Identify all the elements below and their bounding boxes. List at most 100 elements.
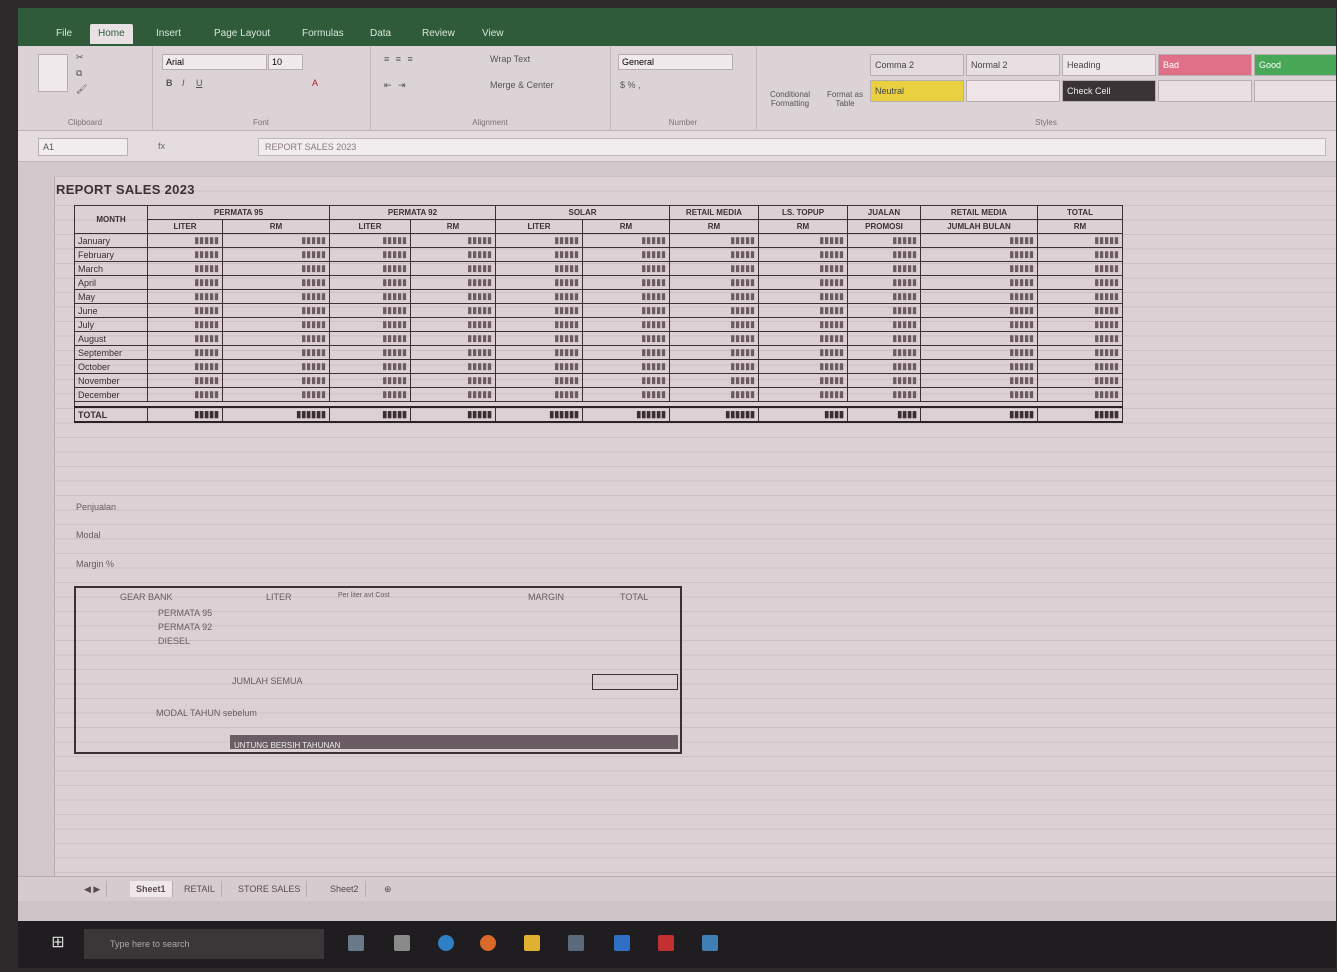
value-cell[interactable]: ▮▮▮▮▮ <box>669 317 759 332</box>
app-red-icon[interactable] <box>658 935 674 951</box>
font-color-icon[interactable]: A <box>312 78 318 88</box>
bold-button[interactable]: B <box>166 78 173 88</box>
value-cell[interactable]: ▮▮▮▮▮ <box>410 261 496 276</box>
month-cell[interactable]: March <box>74 261 148 276</box>
value-cell[interactable]: ▮▮▮▮▮ <box>847 247 921 262</box>
sheet-tab-1[interactable]: Sheet1 <box>130 881 173 897</box>
sheet-tab-3[interactable]: STORE SALES <box>232 881 308 897</box>
task-view-icon[interactable] <box>348 935 364 951</box>
value-cell[interactable]: ▮▮▮▮▮ <box>222 373 330 388</box>
style-neutral[interactable]: Neutral <box>870 80 964 102</box>
value-cell[interactable]: ▮▮▮▮▮ <box>847 387 921 402</box>
value-cell[interactable]: ▮▮▮▮▮ <box>1037 275 1123 290</box>
table-row[interactable]: September ▮▮▮▮▮ ▮▮▮▮▮ ▮▮▮▮▮ ▮▮▮▮▮ ▮▮▮▮▮ ▮▮▮▮▮ ▮… <box>74 345 1123 360</box>
table-row[interactable]: January ▮▮▮▮▮ ▮▮▮▮▮ ▮▮▮▮▮ ▮▮▮▮▮ ▮▮▮▮▮ ▮▮▮▮▮ ▮▮▮… <box>74 233 1123 248</box>
profit-summary-box[interactable]: GEAR BANK LITER Per liter avt Cost MARGI… <box>74 586 682 754</box>
add-sheet-icon[interactable]: ⊕ <box>378 881 398 897</box>
style-check-cell[interactable]: Check Cell <box>1062 80 1156 102</box>
settings-icon[interactable] <box>394 935 410 951</box>
value-cell[interactable]: ▮▮▮▮▮ <box>410 345 496 360</box>
value-cell[interactable]: ▮▮▮▮▮ <box>147 303 223 318</box>
value-cell[interactable]: ▮▮▮▮▮ <box>847 331 921 346</box>
windows-start-icon[interactable]: ⊞ <box>48 933 68 953</box>
value-cell[interactable]: ▮▮▮▮▮ <box>495 359 583 374</box>
value-cell[interactable]: ▮▮▮▮▮ <box>758 303 848 318</box>
value-cell[interactable]: ▮▮▮▮▮ <box>329 387 411 402</box>
value-cell[interactable]: ▮▮▮▮▮ <box>758 317 848 332</box>
table-row[interactable]: December ▮▮▮▮▮ ▮▮▮▮▮ ▮▮▮▮▮ ▮▮▮▮▮ ▮▮▮▮▮ ▮▮▮▮▮ ▮▮… <box>74 387 1123 402</box>
value-cell[interactable]: ▮▮▮▮▮ <box>410 331 496 346</box>
value-cell[interactable]: ▮▮▮▮▮ <box>147 359 223 374</box>
value-cell[interactable]: ▮▮▮▮▮ <box>1037 289 1123 304</box>
value-cell[interactable]: ▮▮▮▮▮ <box>1037 387 1123 402</box>
value-cell[interactable]: ▮▮▮▮▮ <box>582 233 670 248</box>
value-cell[interactable]: ▮▮▮▮▮ <box>495 247 583 262</box>
value-cell[interactable]: ▮▮▮▮▮ <box>920 345 1038 360</box>
value-cell[interactable]: ▮▮▮▮▮ <box>222 331 330 346</box>
tab-page-layout[interactable]: Page Layout <box>206 24 278 44</box>
value-cell[interactable]: ▮▮▮▮▮ <box>329 317 411 332</box>
value-cell[interactable]: ▮▮▮▮▮ <box>847 373 921 388</box>
value-cell[interactable]: ▮▮▮▮▮ <box>758 289 848 304</box>
value-cell[interactable]: ▮▮▮▮▮ <box>329 233 411 248</box>
value-cell[interactable]: ▮▮▮▮▮ <box>920 359 1038 374</box>
sheet-tab-2[interactable]: RETAIL <box>178 881 222 897</box>
tab-view[interactable]: View <box>474 24 512 44</box>
month-cell[interactable]: July <box>74 317 148 332</box>
value-cell[interactable]: ▮▮▮▮▮ <box>669 261 759 276</box>
tab-file[interactable]: File <box>48 24 80 44</box>
table-row[interactable]: July ▮▮▮▮▮ ▮▮▮▮▮ ▮▮▮▮▮ ▮▮▮▮▮ ▮▮▮▮▮ ▮▮▮▮▮ ▮▮▮▮▮ ▮… <box>74 317 1123 332</box>
value-cell[interactable]: ▮▮▮▮▮ <box>758 373 848 388</box>
value-cell[interactable]: ▮▮▮▮▮ <box>669 331 759 346</box>
value-cell[interactable]: ▮▮▮▮▮ <box>669 289 759 304</box>
value-cell[interactable]: ▮▮▮▮▮ <box>582 359 670 374</box>
value-cell[interactable]: ▮▮▮▮▮ <box>329 289 411 304</box>
fx-icon[interactable]: fx <box>158 138 248 154</box>
value-cell[interactable]: ▮▮▮▮▮ <box>222 387 330 402</box>
tab-data[interactable]: Data <box>362 24 399 44</box>
value-cell[interactable]: ▮▮▮▮▮ <box>1037 373 1123 388</box>
style-normal[interactable]: Normal 2 <box>966 54 1060 76</box>
value-cell[interactable]: ▮▮▮▮▮ <box>147 261 223 276</box>
month-cell[interactable]: September <box>74 345 148 360</box>
mail-icon[interactable] <box>614 935 630 951</box>
store-icon[interactable] <box>568 935 584 951</box>
taskbar-search[interactable]: Type here to search <box>84 929 324 959</box>
value-cell[interactable]: ▮▮▮▮▮ <box>582 275 670 290</box>
value-cell[interactable]: ▮▮▮▮▮ <box>222 345 330 360</box>
value-cell[interactable]: ▮▮▮▮▮ <box>758 233 848 248</box>
value-cell[interactable]: ▮▮▮▮▮ <box>920 233 1038 248</box>
app-blue-icon[interactable] <box>702 935 718 951</box>
sheet-nav-icon[interactable]: ◀ ▶ <box>78 881 108 897</box>
value-cell[interactable]: ▮▮▮▮▮ <box>920 331 1038 346</box>
value-cell[interactable]: ▮▮▮▮▮ <box>147 345 223 360</box>
month-cell[interactable]: January <box>74 233 148 248</box>
value-cell[interactable]: ▮▮▮▮▮ <box>582 303 670 318</box>
value-cell[interactable]: ▮▮▮▮▮ <box>222 233 330 248</box>
value-cell[interactable]: ▮▮▮▮▮ <box>410 317 496 332</box>
table-row[interactable]: March ▮▮▮▮▮ ▮▮▮▮▮ ▮▮▮▮▮ ▮▮▮▮▮ ▮▮▮▮▮ ▮▮▮▮▮ ▮▮▮▮▮… <box>74 261 1123 276</box>
value-cell[interactable]: ▮▮▮▮▮ <box>1037 345 1123 360</box>
value-cell[interactable]: ▮▮▮▮▮ <box>847 233 921 248</box>
value-cell[interactable]: ▮▮▮▮▮ <box>920 247 1038 262</box>
value-cell[interactable]: ▮▮▮▮▮ <box>582 317 670 332</box>
value-cell[interactable]: ▮▮▮▮▮ <box>669 345 759 360</box>
value-cell[interactable]: ▮▮▮▮▮ <box>582 261 670 276</box>
value-cell[interactable]: ▮▮▮▮▮ <box>920 317 1038 332</box>
value-cell[interactable]: ▮▮▮▮▮ <box>582 247 670 262</box>
month-cell[interactable]: October <box>74 359 148 374</box>
cut-icon[interactable]: ✂ <box>76 52 84 63</box>
total-row[interactable]: TOTAL ▮▮▮▮▮ ▮▮▮▮▮▮ ▮▮▮▮▮ ▮▮▮▮▮ ▮▮▮▮▮▮ ▮▮▮▮▮▮… <box>74 406 1123 423</box>
value-cell[interactable]: ▮▮▮▮▮ <box>1037 233 1123 248</box>
value-cell[interactable]: ▮▮▮▮▮ <box>222 247 330 262</box>
value-cell[interactable]: ▮▮▮▮▮ <box>222 289 330 304</box>
value-cell[interactable]: ▮▮▮▮▮ <box>1037 261 1123 276</box>
format-painter-icon[interactable]: 🖌 <box>76 84 87 95</box>
value-cell[interactable]: ▮▮▮▮▮ <box>669 247 759 262</box>
table-row[interactable]: November ▮▮▮▮▮ ▮▮▮▮▮ ▮▮▮▮▮ ▮▮▮▮▮ ▮▮▮▮▮ ▮▮▮▮▮ ▮▮… <box>74 373 1123 388</box>
copy-icon[interactable]: ⧉ <box>76 68 82 79</box>
edge-icon[interactable] <box>438 935 454 951</box>
align-icons[interactable]: ≡ ≡ ≡ <box>384 54 415 64</box>
table-row[interactable]: May ▮▮▮▮▮ ▮▮▮▮▮ ▮▮▮▮▮ ▮▮▮▮▮ ▮▮▮▮▮ ▮▮▮▮▮ ▮▮▮▮▮ ▮▮… <box>74 289 1123 304</box>
value-cell[interactable]: ▮▮▮▮▮ <box>847 303 921 318</box>
